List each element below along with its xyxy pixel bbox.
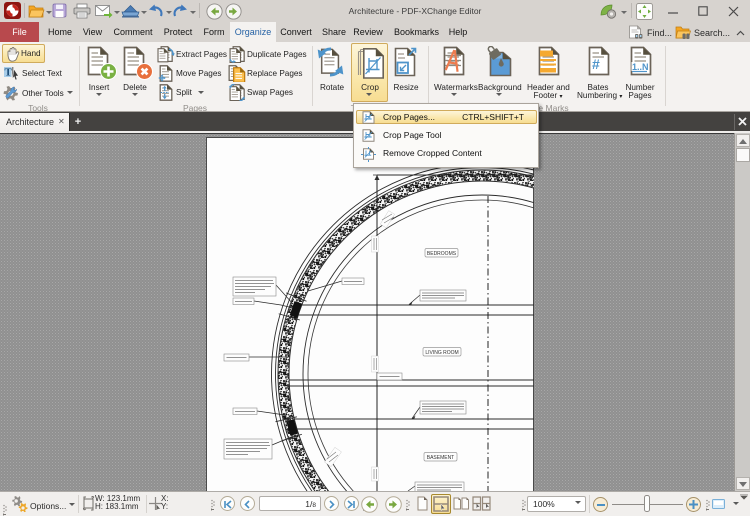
svg-text:1..N: 1..N: [632, 62, 649, 72]
svg-text:LIVING ROOM: LIVING ROOM: [425, 350, 458, 356]
svg-text:T: T: [5, 67, 13, 79]
svg-text:#: #: [592, 56, 600, 72]
svg-text:BEDROOMS: BEDROOMS: [427, 251, 457, 257]
svg-text:BASEMENT: BASEMENT: [427, 455, 455, 461]
